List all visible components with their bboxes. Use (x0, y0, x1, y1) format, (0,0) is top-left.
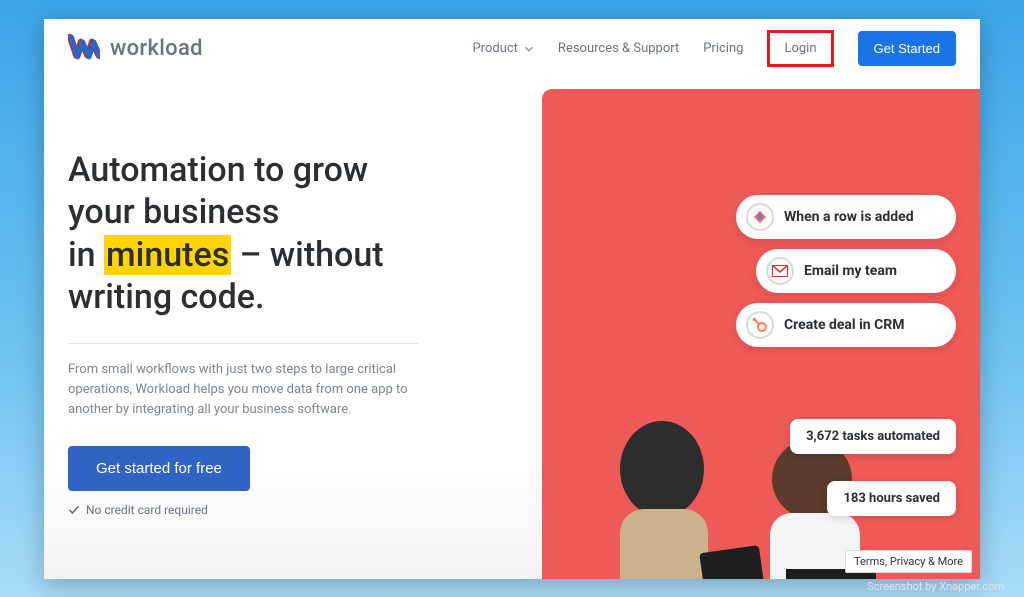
stat-tasks-automated: 3,672 tasks automated (790, 419, 956, 454)
nav-resources[interactable]: Resources & Support (558, 41, 679, 56)
stat-hours-saved: 183 hours saved (827, 481, 956, 516)
sheets-icon (746, 203, 774, 231)
nav-product-label: Product (472, 41, 517, 56)
brand[interactable]: workload (68, 33, 203, 65)
hero-right: When a row is added Email my team Create… (512, 79, 980, 579)
nav-product[interactable]: Product (472, 41, 533, 56)
workflow-card-2-label: Email my team (804, 263, 897, 279)
cta-get-started-free[interactable]: Get started for free (68, 446, 250, 491)
nav-pricing[interactable]: Pricing (703, 41, 743, 56)
footer-terms-privacy[interactable]: Terms, Privacy & More (845, 550, 972, 573)
hero-line4: writing code. (68, 277, 264, 317)
hero-line3-suffix: – without (231, 235, 383, 275)
logo-icon (68, 33, 100, 65)
hubspot-icon (746, 311, 774, 339)
workflow-card-3-label: Create deal in CRM (784, 317, 905, 333)
hero-title: Automation to grow your business in minu… (68, 149, 468, 319)
hero-highlight: minutes (104, 235, 231, 275)
workflow-card-2: Email my team (756, 249, 956, 293)
workflow-card-1-label: When a row is added (784, 209, 914, 225)
hero-line2: your business (68, 192, 279, 232)
brand-name: workload (110, 36, 203, 61)
hero-illustration-panel: When a row is added Email my team Create… (542, 89, 980, 579)
chevron-down-icon (524, 44, 534, 54)
hero-subtitle: From small workflows with just two steps… (68, 360, 408, 420)
check-icon (68, 504, 80, 516)
hero-line3-prefix: in (68, 235, 104, 275)
gmail-icon (766, 257, 794, 285)
nav: Product Resources & Support Pricing Logi… (472, 30, 956, 67)
get-started-button[interactable]: Get Started (858, 31, 956, 66)
landing-page: workload Product Resources & Support Pri… (44, 19, 980, 579)
workflow-card-3: Create deal in CRM (736, 303, 956, 347)
cc-note: No credit card required (68, 503, 512, 517)
cc-note-text: No credit card required (86, 503, 208, 517)
main: Automation to grow your business in minu… (44, 79, 980, 579)
divider (68, 343, 418, 344)
screenshot-credit: Screenshot by Xnapper.com (867, 580, 1004, 593)
hero-line1: Automation to grow (68, 150, 368, 190)
hero-left: Automation to grow your business in minu… (44, 79, 512, 579)
header: workload Product Resources & Support Pri… (44, 19, 980, 79)
workflow-card-1: When a row is added (736, 195, 956, 239)
people-illustration (542, 349, 980, 579)
nav-login[interactable]: Login (767, 30, 833, 67)
